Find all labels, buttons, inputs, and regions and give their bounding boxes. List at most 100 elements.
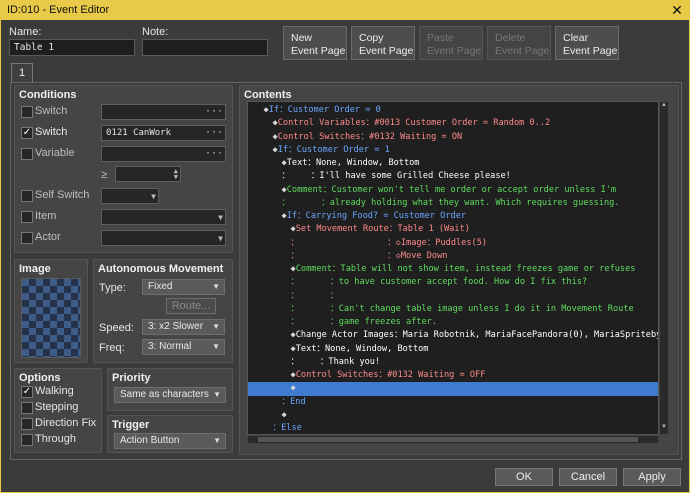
note-label: Note: — [142, 26, 169, 38]
command-line[interactable]: ◆Control Switches：#0132 Waiting = ON — [248, 131, 658, 144]
command-line[interactable]: ◆If：Customer Order = 1 — [248, 144, 658, 157]
switch1-checkbox[interactable] — [21, 106, 33, 118]
autonomous-movement-title: Autonomous Movement — [98, 263, 224, 275]
button-line1: Paste — [427, 32, 454, 44]
close-icon[interactable]: ✕ — [663, 1, 690, 20]
variable-value-spinner[interactable]: ▲ ▼ — [115, 166, 181, 182]
item-checkbox[interactable] — [21, 211, 33, 223]
button-line2: Event Page — [495, 45, 550, 57]
command-line[interactable]: ◆Set Movement Route：Table 1 (Wait) — [248, 223, 658, 236]
command-text: ： ：game freezes after. — [290, 317, 438, 327]
event-command-list[interactable]: ◆If：Customer Order = 0 ◆Control Variable… — [247, 101, 659, 435]
title-bar: ID:010 - Event Editor ✕ — [1, 1, 690, 20]
command-line[interactable]: ： ：Can't change table image unless I do … — [248, 303, 658, 316]
stepping-checkbox[interactable] — [21, 402, 33, 414]
command-line[interactable]: ◆ — [248, 409, 658, 422]
direction-fix-label: Direction Fix — [35, 417, 97, 429]
chevron-down-icon: ▼ — [212, 342, 220, 351]
command-line[interactable]: ： ：◇Image：Puddles(5) — [248, 237, 658, 250]
command-line[interactable]: ： ： — [248, 290, 658, 303]
command-line[interactable]: ◆If：Carrying Food? = Customer Order — [248, 210, 658, 223]
command-line[interactable]: ◆Control Variables：#0013 Customer Order … — [248, 117, 658, 130]
window-title: ID:010 - Event Editor — [7, 4, 110, 16]
switch2-checkbox[interactable]: ✓ — [21, 127, 33, 139]
horizontal-scroll-thumb[interactable] — [258, 437, 638, 442]
self-switch-dropdown[interactable]: ▼ — [101, 188, 159, 204]
command-line[interactable]: ：Else — [248, 422, 658, 434]
horizontal-scrollbar[interactable] — [247, 435, 659, 444]
variable-checkbox[interactable] — [21, 148, 33, 160]
command-diamond-icon: ◆ — [290, 383, 296, 394]
command-text: If：Customer Order = 1 — [277, 144, 390, 155]
trigger-section: Trigger Action Button ▼ — [107, 415, 233, 453]
through-label: Through — [35, 433, 76, 445]
command-text: Text：None, Window, Bottom — [286, 158, 420, 168]
speed-dropdown[interactable]: 3: x2 Slower ▼ — [142, 319, 225, 335]
command-line[interactable]: ◆Change Actor Images：Maria Robotnik, Mar… — [248, 329, 658, 342]
copy-event-page-button[interactable]: Copy Event Page — [351, 26, 415, 60]
variable-selector[interactable]: ··· — [101, 146, 226, 162]
command-line[interactable]: ： ：I'll have some Grilled Cheese please! — [248, 170, 658, 183]
note-field[interactable] — [142, 39, 268, 56]
paste-event-page-button[interactable]: Paste Event Page — [419, 26, 483, 60]
tab-page-1[interactable]: 1 — [11, 63, 33, 83]
actor-checkbox[interactable] — [21, 232, 33, 244]
vertical-scrollbar[interactable]: ▲ ▼ — [659, 101, 669, 435]
route-button[interactable]: Route... — [166, 298, 216, 314]
command-text: Comment：Table will not show item, instea… — [295, 264, 636, 274]
item-dropdown[interactable]: ▼ — [101, 209, 226, 225]
command-line[interactable]: ： ：Thank you! — [248, 356, 658, 369]
command-line[interactable]: ◆Comment：Customer won't tell me order or… — [248, 184, 658, 197]
delete-event-page-button[interactable]: Delete Event Page — [487, 26, 551, 60]
command-line[interactable]: ◆Control Switches：#0132 Waiting = OFF — [248, 369, 658, 382]
apply-button[interactable]: Apply — [623, 468, 681, 486]
command-line[interactable]: ： ：◇Move Down — [248, 250, 658, 263]
direction-fix-checkbox[interactable] — [21, 418, 33, 430]
chevron-down-icon: ▼ — [213, 436, 221, 445]
command-text: ：End — [281, 396, 306, 407]
command-line[interactable]: ：End — [248, 396, 658, 409]
freq-dropdown[interactable]: 3: Normal ▼ — [142, 339, 225, 355]
command-line[interactable]: ◆Text：None, Window, Bottom — [248, 343, 658, 356]
priority-dropdown[interactable]: Same as characters ▼ — [114, 387, 226, 403]
type-dropdown[interactable]: Fixed ▼ — [142, 279, 225, 295]
command-line[interactable]: ： ：already holding what they want. Which… — [248, 197, 658, 210]
command-line[interactable]: ◆Comment：Table will not show item, inste… — [248, 263, 658, 276]
ellipsis-icon: ··· — [204, 127, 223, 138]
name-field[interactable]: Table 1 — [9, 39, 135, 56]
actor-dropdown[interactable]: ▼ — [101, 230, 226, 246]
command-text: Control Variables：#0013 Customer Order =… — [277, 118, 551, 129]
command-text: Set Movement Route：Table 1 (Wait) — [295, 224, 470, 235]
event-graphic-image[interactable] — [21, 278, 81, 358]
command-text: ： ：already holding what they want. Which… — [281, 197, 620, 208]
switch2-selector[interactable]: 0121 CanWork ··· — [101, 125, 226, 141]
command-line[interactable]: ： ：to have customer accept food. How do … — [248, 276, 658, 289]
button-line1: Clear — [563, 32, 589, 44]
walking-checkbox[interactable]: ✓ — [21, 386, 33, 398]
command-text: Comment：Customer won't tell me order or … — [286, 184, 617, 195]
image-title: Image — [19, 263, 51, 275]
options-section: Options ✓ Walking Stepping Direction Fix… — [14, 368, 102, 453]
ok-button[interactable]: OK — [495, 468, 553, 486]
command-line[interactable]: ◆Text：None, Window, Bottom — [248, 157, 658, 170]
self-switch-checkbox[interactable] — [21, 190, 33, 202]
clear-event-page-button[interactable]: Clear Event Page — [555, 26, 619, 60]
command-line[interactable]: ◆If：Customer Order = 0 — [248, 104, 658, 117]
spinner-arrows-icon[interactable]: ▲ ▼ — [174, 168, 178, 181]
command-text: ： ：Thank you! — [290, 356, 381, 367]
command-line[interactable]: ◆ — [248, 382, 658, 396]
command-text: ：Else — [272, 423, 302, 433]
priority-section: Priority Same as characters ▼ — [107, 368, 233, 411]
cancel-button[interactable]: Cancel — [559, 468, 617, 486]
new-event-page-button[interactable]: New Event Page — [283, 26, 347, 60]
scroll-down-icon[interactable]: ▼ — [660, 424, 668, 434]
through-checkbox[interactable] — [21, 434, 33, 446]
speed-label: Speed: — [99, 322, 134, 334]
button-line2: Event Page — [563, 45, 618, 57]
chevron-down-icon: ▼ — [212, 282, 220, 291]
button-line2: Event Page — [427, 45, 482, 57]
switch1-selector[interactable]: ··· — [101, 104, 226, 120]
command-line[interactable]: ： ：game freezes after. — [248, 316, 658, 329]
scroll-up-icon[interactable]: ▲ — [660, 102, 668, 112]
trigger-dropdown[interactable]: Action Button ▼ — [114, 433, 226, 449]
